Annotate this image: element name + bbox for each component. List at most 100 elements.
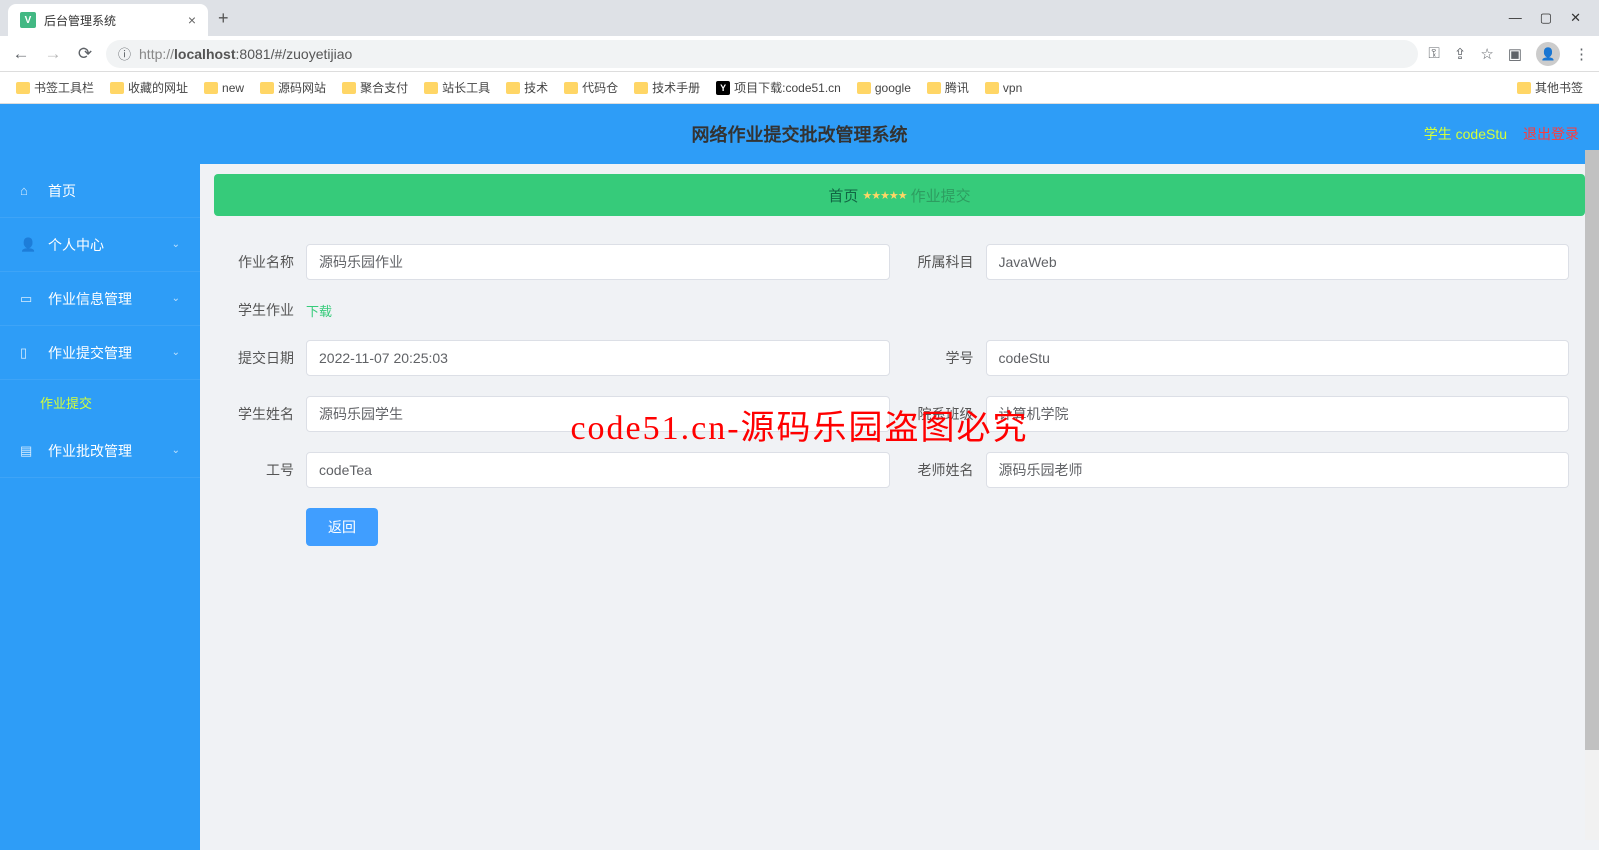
label-dept-class: 院系班级 bbox=[910, 404, 974, 424]
folder-icon bbox=[506, 82, 520, 94]
bookmark-label: new bbox=[222, 81, 244, 95]
maximize-icon[interactable]: ▢ bbox=[1540, 10, 1552, 26]
window-controls: — ▢ ✕ bbox=[1509, 10, 1599, 26]
bookmark-label: 站长工具 bbox=[442, 79, 490, 96]
return-button[interactable]: 返回 bbox=[306, 508, 378, 546]
stars-icon: ★★★★★ bbox=[862, 189, 906, 202]
sidebar-item[interactable]: ▭作业信息管理⌄ bbox=[0, 272, 200, 326]
y-icon: Y bbox=[716, 81, 730, 95]
user-role-name: 学生 codeStu bbox=[1424, 124, 1507, 144]
bookmark-item[interactable]: Y 项目下载:code51.cn bbox=[710, 75, 847, 100]
folder-icon bbox=[260, 82, 274, 94]
input-subject[interactable] bbox=[986, 244, 1570, 280]
reload-button[interactable]: ⟳ bbox=[74, 44, 96, 64]
breadcrumb-banner: 首页 ★★★★★ 作业提交 bbox=[214, 174, 1585, 216]
bookmark-item[interactable]: 收藏的网址 bbox=[104, 75, 194, 100]
sidebar-subitem-active[interactable]: 作业提交 bbox=[0, 380, 200, 424]
sidebar-icon: 👤 bbox=[20, 237, 36, 253]
folder-icon bbox=[985, 82, 999, 94]
folder-icon bbox=[564, 82, 578, 94]
label-assignment-name: 作业名称 bbox=[230, 252, 294, 272]
input-teacher-name[interactable] bbox=[986, 452, 1570, 488]
input-teacher-id[interactable] bbox=[306, 452, 890, 488]
address-bar: ← → ⟳ ⓘ http://localhost:8081/#/zuoyetij… bbox=[0, 36, 1599, 72]
bookmark-label: 书签工具栏 bbox=[34, 79, 94, 96]
sidebar-label: 个人中心 bbox=[48, 235, 104, 255]
bookmark-item[interactable]: vpn bbox=[979, 77, 1028, 99]
url-text: http://localhost:8081/#/zuoyetijiao bbox=[139, 46, 352, 62]
sidebar-item[interactable]: ⌂ 首页 bbox=[0, 164, 200, 218]
sidebar-icon: ⌂ bbox=[20, 183, 36, 198]
close-window-icon[interactable]: ✕ bbox=[1570, 10, 1581, 26]
site-info-icon[interactable]: ⓘ bbox=[118, 44, 131, 63]
input-submit-date[interactable] bbox=[306, 340, 890, 376]
bookmark-label: 聚合支付 bbox=[360, 79, 408, 96]
profile-avatar[interactable]: 👤 bbox=[1536, 42, 1560, 66]
bookmark-other[interactable]: 其他书签 bbox=[1511, 75, 1589, 100]
close-tab-icon[interactable]: × bbox=[188, 12, 196, 28]
url-input[interactable]: ⓘ http://localhost:8081/#/zuoyetijiao bbox=[106, 40, 1418, 68]
bookmark-star-icon[interactable]: ☆ bbox=[1480, 45, 1493, 63]
browser-chrome: V 后台管理系统 × + — ▢ ✕ ← → ⟳ ⓘ http://localh… bbox=[0, 0, 1599, 104]
folder-icon bbox=[857, 82, 871, 94]
label-submit-date: 提交日期 bbox=[230, 348, 294, 368]
bookmark-label: 技术手册 bbox=[652, 79, 700, 96]
label-teacher-id: 工号 bbox=[230, 460, 294, 480]
bookmark-label: vpn bbox=[1003, 81, 1022, 95]
breadcrumb-home[interactable]: 首页 bbox=[828, 185, 858, 206]
new-tab-button[interactable]: + bbox=[208, 8, 239, 29]
content-area: 首页 ★★★★★ 作业提交 作业名称 所属科目 学生作业下载 提交日期 学号 学… bbox=[200, 164, 1599, 850]
bookmark-item[interactable]: new bbox=[198, 77, 250, 99]
sidebar-icon: ▤ bbox=[20, 443, 36, 459]
bookmark-label: 腾讯 bbox=[945, 79, 969, 96]
scrollbar-thumb[interactable] bbox=[1585, 150, 1599, 750]
vertical-scrollbar[interactable] bbox=[1585, 150, 1599, 840]
bookmark-item[interactable]: 代码仓 bbox=[558, 75, 624, 100]
bookmark-item[interactable]: 技术 bbox=[500, 75, 554, 100]
sidebar-item[interactable]: ▯ 作业提交管理 ⌄ bbox=[0, 326, 200, 380]
bookmark-item[interactable]: 书签工具栏 bbox=[10, 75, 100, 100]
bookmark-item[interactable]: 站长工具 bbox=[418, 75, 496, 100]
sidebar-icon: ▯ bbox=[20, 345, 36, 361]
forward-button[interactable]: → bbox=[42, 44, 64, 64]
bookmark-label: 技术 bbox=[524, 79, 548, 96]
extensions-icon[interactable]: ▣ bbox=[1508, 45, 1522, 63]
tab-bar: V 后台管理系统 × + — ▢ ✕ bbox=[0, 0, 1599, 36]
input-student-id[interactable] bbox=[986, 340, 1570, 376]
input-dept-class[interactable] bbox=[986, 396, 1570, 432]
bookmark-item[interactable]: 源码网站 bbox=[254, 75, 332, 100]
breadcrumb-current: 作业提交 bbox=[911, 185, 971, 206]
sidebar-item[interactable]: 👤 个人中心 ⌄ bbox=[0, 218, 200, 272]
app-header: 网络作业提交批改管理系统 学生 codeStu 退出登录 bbox=[0, 104, 1599, 164]
share-icon[interactable]: ⇪ bbox=[1454, 45, 1467, 63]
menu-dots-icon[interactable]: ⋮ bbox=[1574, 45, 1589, 63]
input-student-name[interactable] bbox=[306, 396, 890, 432]
bookmark-label: 项目下载:code51.cn bbox=[734, 79, 841, 96]
logout-link[interactable]: 退出登录 bbox=[1523, 124, 1579, 144]
app-title: 网络作业提交批改管理系统 bbox=[692, 121, 908, 147]
download-link[interactable]: 下载 bbox=[306, 301, 332, 320]
bookmark-item[interactable]: 腾讯 bbox=[921, 75, 975, 100]
bookmark-item[interactable]: 聚合支付 bbox=[336, 75, 414, 100]
sidebar-icon: ▭ bbox=[20, 291, 36, 307]
sidebar-label: 作业批改管理 bbox=[48, 441, 132, 461]
label-student-id: 学号 bbox=[910, 348, 974, 368]
input-assignment-name[interactable] bbox=[306, 244, 890, 280]
chevron-down-icon: ⌄ bbox=[172, 293, 180, 304]
sidebar-label: 作业提交管理 bbox=[48, 343, 132, 363]
password-key-icon[interactable]: ⚿ bbox=[1428, 45, 1439, 62]
label-student-name: 学生姓名 bbox=[230, 404, 294, 424]
bookmark-item[interactable]: 技术手册 bbox=[628, 75, 706, 100]
chevron-down-icon: ⌄ bbox=[172, 239, 180, 250]
sidebar-item[interactable]: ▤作业批改管理⌄ bbox=[0, 424, 200, 478]
minimize-icon[interactable]: — bbox=[1509, 10, 1522, 26]
label-subject: 所属科目 bbox=[910, 252, 974, 272]
folder-icon bbox=[927, 82, 941, 94]
bookmark-item[interactable]: google bbox=[851, 77, 917, 99]
folder-icon bbox=[634, 82, 648, 94]
sidebar-label: 首页 bbox=[48, 181, 76, 201]
chevron-down-icon: ⌄ bbox=[172, 347, 180, 358]
bookmark-label: 源码网站 bbox=[278, 79, 326, 96]
back-button[interactable]: ← bbox=[10, 44, 32, 64]
browser-tab-active[interactable]: V 后台管理系统 × bbox=[8, 4, 208, 36]
